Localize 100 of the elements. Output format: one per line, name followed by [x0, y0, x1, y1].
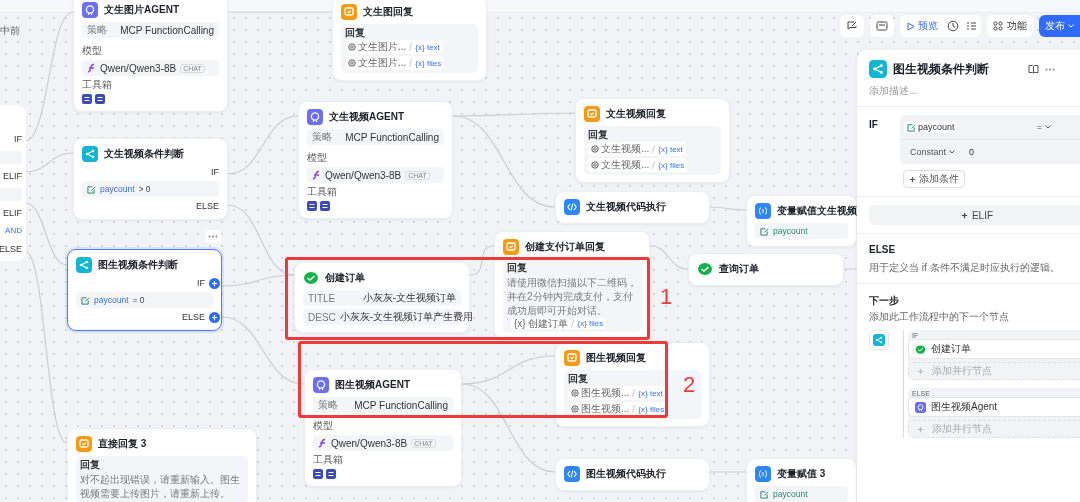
field-label: 策略 — [312, 130, 332, 144]
clock-icon[interactable] — [947, 20, 959, 32]
workflow-node[interactable]: 文生图回复 回复 文生图片... {x} text 文生图片... {x} files — [332, 0, 487, 81]
reply-message: 对不起出现错误，请重新输入。图生视频需要上传图片，请重新上传。 — [80, 474, 240, 499]
toolbar-button[interactable] — [870, 15, 894, 37]
branch-label: IF — [869, 118, 878, 132]
features-button[interactable]: 功能 — [987, 15, 1033, 37]
workflow-node[interactable]: 直接回复 3 回复 对不起出现错误，请重新输入。图生视频需要上传图片，请重新上传。 — [67, 428, 257, 502]
code-icon — [564, 466, 580, 482]
variable-icon — [81, 295, 90, 305]
chip-source: 图生视频... — [581, 402, 630, 416]
head-icon — [82, 2, 98, 18]
add-handle[interactable] — [209, 278, 220, 289]
publish-button[interactable]: 发布 — [1039, 15, 1080, 37]
workflow-canvas[interactable] — [0, 0, 1080, 502]
param-key: TITLE — [308, 292, 336, 304]
section-text: 添加此工作流程中的下一个节点 — [869, 310, 1010, 324]
field-label: 策略 — [87, 23, 107, 37]
chip-source: 图生视频... — [581, 386, 630, 400]
workflow-node[interactable]: 查询订单 — [688, 253, 844, 286]
chip-variable: {x} files — [577, 318, 604, 330]
node-title: 文生视频代码执行 — [586, 200, 666, 214]
node-title: 文生视频条件判断 — [104, 147, 184, 161]
add-handle[interactable] — [209, 312, 220, 323]
connector-line — [469, 245, 495, 276]
workflow-node[interactable]: 变量赋值文生视频 paycount — [746, 195, 857, 247]
branch-label: ELIF — [3, 170, 22, 182]
node-title: 直接回复 3 — [98, 437, 147, 451]
node-title: 创建订单 — [931, 342, 971, 356]
node-title: 图生视频Agent — [931, 400, 998, 414]
connector-line — [24, 152, 74, 173]
chip-variable: {x} text — [415, 42, 440, 52]
workflow-node[interactable]: 图生视频代码执行 — [555, 458, 710, 491]
branch-label: ELSE — [0, 243, 22, 255]
add-elif-button[interactable]: ELIF — [869, 205, 1080, 225]
toolkit-icon — [82, 94, 92, 104]
head-icon — [307, 109, 323, 125]
workflow-node[interactable]: 文生视频代码执行 — [555, 191, 710, 224]
workflow-node[interactable]: IF ELIF ELIF AND ELSE — [0, 105, 26, 261]
model-logo-icon — [87, 63, 96, 73]
caret-icon — [1045, 125, 1051, 129]
operator-select[interactable]: = — [1036, 122, 1080, 132]
screen-icon — [876, 20, 888, 32]
chip-source: 文生图片... — [358, 40, 407, 54]
next-node[interactable]: 图生视频Agent — [908, 397, 1080, 417]
field-value: MCP FunctionCalling — [345, 131, 439, 143]
condition-operator: > 0 — [138, 184, 151, 194]
workflow-node[interactable]: 变量赋值 3 paycount — [746, 458, 857, 502]
annotation-number: 2 — [683, 372, 696, 398]
node-title: 图生视频代码执行 — [586, 467, 666, 481]
node-title: 图生视频回复 — [586, 351, 646, 365]
model-name: Qwen/Qwen3-8B — [331, 437, 408, 449]
field-label: 工具箱 — [313, 454, 344, 466]
check-bubble-icon — [697, 261, 713, 277]
branch-label: ELIF — [3, 207, 22, 219]
book-icon[interactable] — [1028, 64, 1039, 74]
connector-line — [649, 245, 689, 270]
check-bubble-icon — [915, 343, 926, 355]
field-label: 回复 — [568, 373, 588, 384]
chip-variable: {x} files — [658, 160, 685, 170]
workflow-node[interactable]: 文生视频回复 回复 文生视频... {x} text 文生视频... {x} files — [575, 98, 730, 183]
section-text: 用于定义当 if 条件不满足时应执行的逻辑。 — [869, 261, 1061, 275]
toolkit-icon — [320, 201, 330, 211]
caret-icon — [1068, 24, 1074, 28]
node-title: 创建订单 — [325, 271, 365, 285]
logic-label: AND — [5, 225, 22, 237]
checklist-icon[interactable] — [965, 20, 977, 32]
canvas-text: 中前 — [0, 24, 20, 38]
connector-line — [708, 206, 747, 211]
operand-type-select[interactable]: Constant — [903, 147, 955, 157]
node-title: 创建支付订单回复 — [525, 240, 605, 254]
check-bubble-icon — [303, 270, 319, 286]
operand-value[interactable]: 0 — [960, 147, 974, 157]
workflow-node[interactable]: 创建订单 TITLE 小灰灰-文生视频订单 DESC 小灰灰-文生视频订单产生费用 — [294, 262, 470, 333]
chip-source: {x} 创建订单 — [514, 318, 569, 330]
workflow-node[interactable]: 文生视频条件判断 IF paycount > 0 ELSE — [73, 138, 228, 220]
play-icon — [907, 21, 915, 31]
annotation-number: 1 — [660, 284, 673, 310]
model-name: Qwen/Qwen3-8B — [100, 62, 177, 74]
node-title: 图生视频条件判断 — [98, 258, 178, 272]
model-logo-icon — [312, 170, 321, 180]
variable-icon — [760, 226, 769, 236]
variable-chip[interactable]: paycount — [903, 121, 958, 133]
node-title: 文生图回复 — [363, 5, 413, 19]
field-label: 回复 — [345, 27, 365, 38]
toolbar-button[interactable] — [840, 15, 864, 37]
braces-icon — [755, 203, 771, 219]
code-icon — [564, 199, 580, 215]
chip-source: 文生视频... — [601, 158, 650, 172]
next-node[interactable]: 创建订单 — [908, 339, 1080, 359]
more-icon[interactable] — [1045, 67, 1055, 71]
chat-bubble-icon — [584, 106, 600, 122]
grid-icon — [993, 21, 1003, 31]
chat-bubble-icon — [564, 350, 580, 366]
preview-button[interactable]: 预览 — [904, 19, 941, 33]
add-condition-button[interactable]: 添加条件 — [903, 170, 965, 188]
param-key: DESC — [308, 311, 336, 323]
param-value: 小灰灰-文生视频订单 — [362, 291, 456, 305]
braces-icon — [755, 466, 771, 482]
toolkit-icon — [95, 94, 105, 104]
